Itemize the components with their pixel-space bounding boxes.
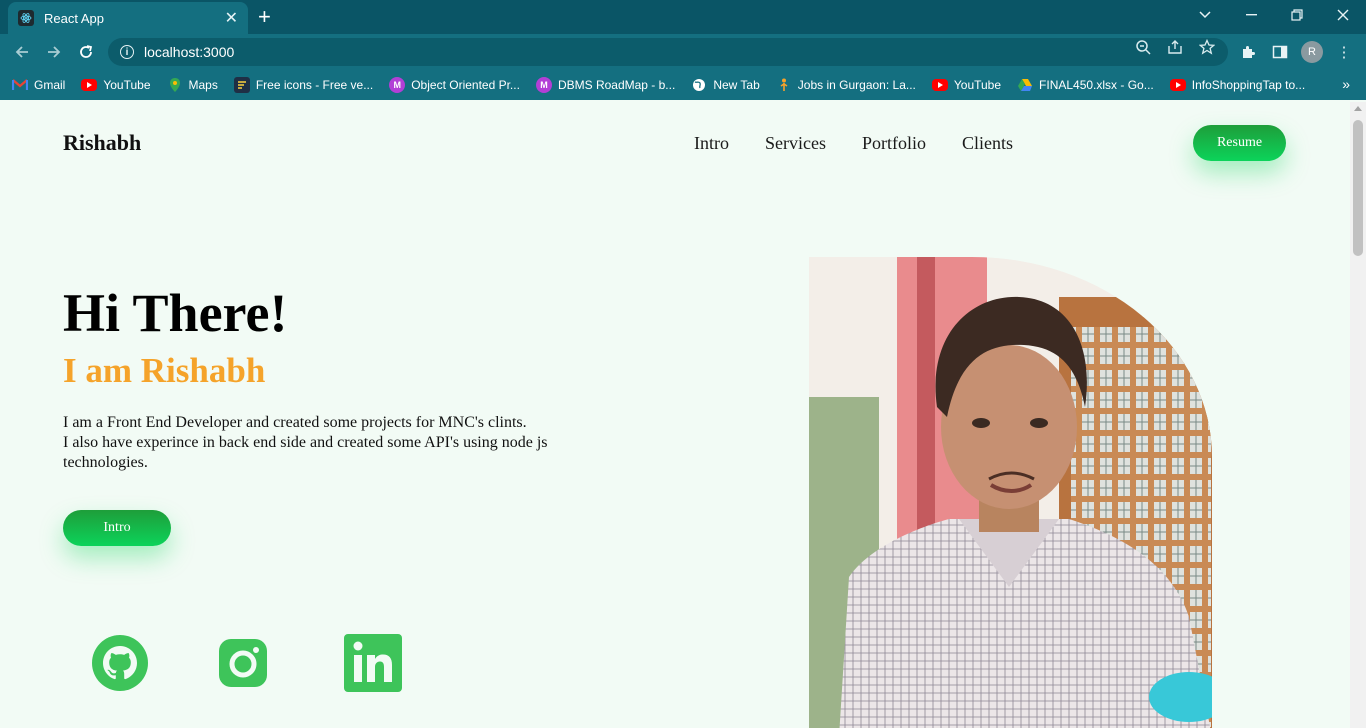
bookmark-item[interactable]: M Object Oriented Pr... bbox=[389, 77, 520, 93]
medium-icon: M bbox=[535, 77, 552, 93]
bookmark-item[interactable]: Maps bbox=[167, 77, 218, 93]
site-nav: Intro Services Portfolio Clients bbox=[694, 133, 1013, 154]
scroll-up-arrow[interactable] bbox=[1354, 106, 1362, 111]
bookmark-item[interactable]: FINAL450.xlsx - Go... bbox=[1017, 77, 1154, 93]
url-text: localhost:3000 bbox=[144, 44, 235, 60]
share-icon[interactable] bbox=[1167, 39, 1183, 59]
page-viewport: Rishabh Intro Services Portfolio Clients… bbox=[0, 102, 1350, 728]
youtube-icon bbox=[81, 79, 98, 91]
gmail-icon bbox=[12, 77, 28, 93]
page-scrollbar[interactable] bbox=[1350, 102, 1366, 728]
address-bar[interactable]: i localhost:3000 bbox=[108, 38, 1228, 66]
linkedin-icon[interactable] bbox=[343, 633, 403, 693]
hero-description: I am a Front End Developer and created s… bbox=[63, 413, 603, 473]
browser-tab-bar: React App ✕ + bbox=[0, 0, 1366, 34]
menu-kebab-icon[interactable]: ⋮ bbox=[1334, 42, 1354, 62]
drive-icon bbox=[1017, 77, 1033, 93]
back-icon[interactable] bbox=[11, 41, 33, 63]
new-tab-button[interactable]: + bbox=[258, 6, 271, 28]
forward-icon[interactable] bbox=[43, 41, 65, 63]
bookmark-label: Gmail bbox=[34, 78, 66, 92]
tab-close-icon[interactable]: ✕ bbox=[225, 8, 238, 28]
bookmark-item[interactable]: YouTube bbox=[81, 78, 151, 92]
bookmark-item[interactable]: Gmail bbox=[12, 77, 65, 93]
reload-icon[interactable] bbox=[75, 41, 97, 63]
side-panel-icon[interactable] bbox=[1270, 42, 1290, 62]
bookmark-item[interactable]: YouTube bbox=[931, 78, 1002, 92]
nav-link-portfolio[interactable]: Portfolio bbox=[862, 133, 926, 154]
bookmark-item[interactable]: New Tab bbox=[691, 77, 760, 93]
bookmark-item[interactable]: M DBMS RoadMap - b... bbox=[535, 77, 676, 93]
maps-icon bbox=[167, 77, 183, 93]
bookmark-item[interactable]: Free icons - Free ve... bbox=[233, 77, 374, 93]
close-window-button[interactable] bbox=[1320, 0, 1366, 30]
globe-icon bbox=[691, 77, 707, 93]
restore-button[interactable] bbox=[1274, 0, 1320, 30]
instagram-icon[interactable] bbox=[213, 633, 273, 693]
github-icon[interactable] bbox=[90, 633, 150, 693]
medium-icon: M bbox=[389, 77, 406, 93]
more-bookmarks-icon[interactable]: » bbox=[1342, 76, 1350, 92]
react-icon bbox=[18, 10, 34, 26]
bookmark-label: Free icons - Free ve... bbox=[255, 78, 374, 92]
tab-title: React App bbox=[44, 10, 104, 26]
browser-toolbar: i localhost:3000 ⋮ bbox=[0, 34, 1366, 70]
resume-button[interactable]: Resume bbox=[1193, 125, 1286, 161]
youtube-icon bbox=[1169, 79, 1186, 91]
bookmark-label: YouTube bbox=[953, 78, 1002, 92]
hero-desc-line2: I also have experince in back end side a… bbox=[63, 434, 548, 471]
bookmark-label: DBMS RoadMap - b... bbox=[557, 78, 676, 92]
hero-desc-line1: I am a Front End Developer and created s… bbox=[63, 414, 527, 431]
bookmark-star-icon[interactable] bbox=[1198, 38, 1216, 59]
bookmark-label: FINAL450.xlsx - Go... bbox=[1039, 78, 1154, 92]
intro-button[interactable]: Intro bbox=[63, 510, 171, 546]
nav-link-clients[interactable]: Clients bbox=[962, 133, 1013, 154]
site-info-icon[interactable]: i bbox=[120, 45, 134, 59]
bookmark-item[interactable]: Jobs in Gurgaon: La... bbox=[776, 77, 916, 93]
extensions-icon[interactable] bbox=[1238, 42, 1258, 62]
hero-subtitle: I am Rishabh bbox=[63, 351, 266, 390]
bookmarks-bar: Gmail YouTube Maps Free icons - Free ve... M… bbox=[0, 70, 1366, 100]
profile-avatar[interactable]: R bbox=[1301, 41, 1323, 63]
bookmark-label: YouTube bbox=[103, 78, 151, 92]
flaticon-icon bbox=[233, 77, 250, 93]
browser-tab[interactable]: React App ✕ bbox=[8, 2, 248, 34]
bookmark-label: InfoShoppingTap to... bbox=[1191, 78, 1306, 92]
bookmark-label: Jobs in Gurgaon: La... bbox=[797, 78, 916, 92]
hero-greeting: Hi There! bbox=[63, 283, 288, 343]
nav-link-intro[interactable]: Intro bbox=[694, 133, 729, 154]
bookmark-item[interactable]: InfoShoppingTap to... bbox=[1169, 78, 1306, 92]
profile-photo bbox=[809, 257, 1212, 728]
scroll-thumb[interactable] bbox=[1353, 120, 1363, 256]
nav-link-services[interactable]: Services bbox=[765, 133, 826, 154]
youtube-icon bbox=[931, 79, 948, 91]
tab-search-icon[interactable] bbox=[1182, 0, 1228, 30]
site-brand[interactable]: Rishabh bbox=[63, 130, 141, 156]
bookmark-label: New Tab bbox=[713, 78, 760, 92]
minimize-button[interactable] bbox=[1228, 0, 1274, 30]
bookmark-label: Maps bbox=[188, 78, 218, 92]
zoom-icon[interactable] bbox=[1135, 39, 1151, 59]
bookmark-label: Object Oriented Pr... bbox=[411, 78, 520, 92]
jobs-icon bbox=[776, 77, 792, 93]
